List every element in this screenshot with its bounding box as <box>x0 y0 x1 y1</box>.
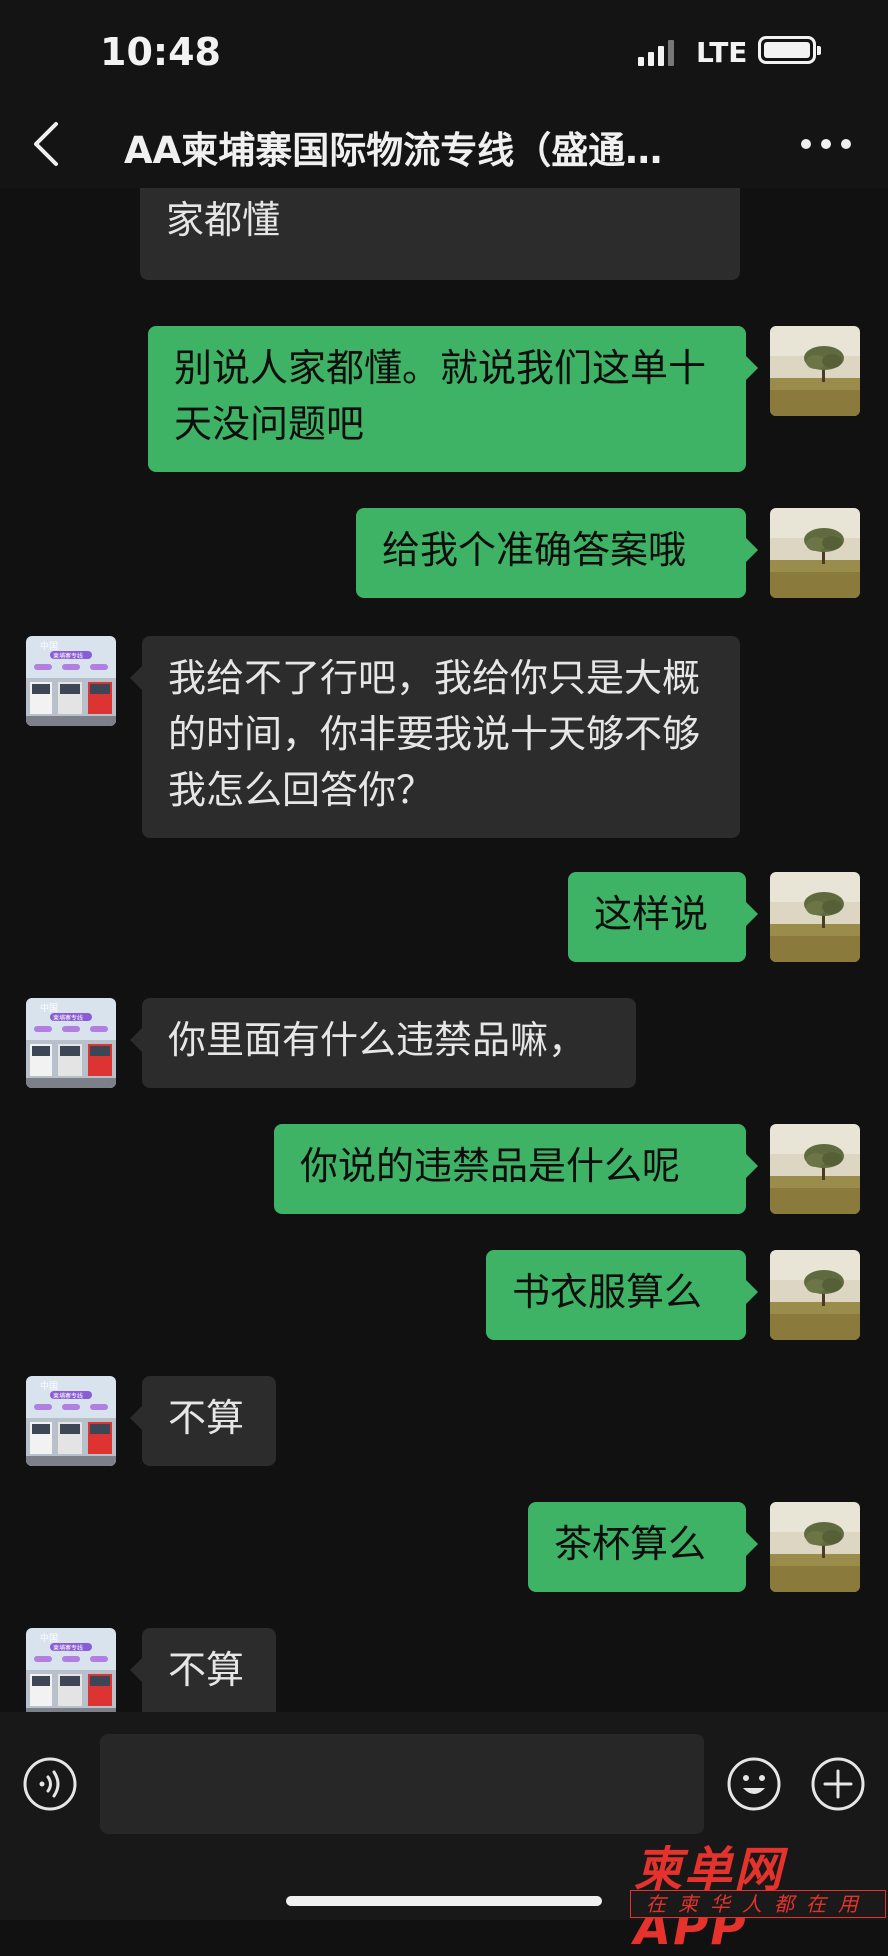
chat-header: AA柬埔寨国际物流专线（盛通… <box>0 100 888 188</box>
more-options-icon[interactable] <box>796 126 856 162</box>
outgoing-message[interactable]: 书衣服算么 <box>486 1250 758 1340</box>
message-text: 服装批发，每个月30万以上，人家都懂 <box>166 198 281 242</box>
message-text: 别说人家都懂。就说我们这单十天没问题吧 <box>174 346 707 446</box>
network-type: LTE <box>696 36 748 69</box>
avatar-route-text: 柬埔寨专线 <box>53 1644 83 1652</box>
home-indicator[interactable] <box>286 1896 602 1906</box>
message-text: 我给不了行吧，我给你只是大概的时间，你非要我说十天够不够我怎么回答你？ <box>168 656 701 812</box>
tree-landscape-image <box>770 1250 860 1340</box>
incoming-message[interactable]: 不算 <box>130 1376 276 1466</box>
watermark-logo: 柬单网APP 在柬华人都在用 <box>630 1830 888 1956</box>
user-avatar[interactable] <box>770 326 860 416</box>
user-avatar[interactable] <box>770 1502 860 1592</box>
avatar-brand-text: 中国 <box>40 1632 58 1644</box>
incoming-message[interactable]: 我给不了行吧，我给你只是大概的时间，你非要我说十天够不够我怎么回答你？ <box>130 636 740 838</box>
avatar-route-text: 柬埔寨专线 <box>53 1014 83 1022</box>
tree-landscape-image <box>770 508 860 598</box>
tree-landscape-image <box>770 1124 860 1214</box>
contact-avatar[interactable]: 中国 柬埔寨专线 <box>26 1376 116 1466</box>
status-bar: 10:48 LTE <box>0 0 888 100</box>
back-arrow-icon[interactable] <box>24 116 68 172</box>
avatar-brand-text: 中国 <box>40 1002 58 1014</box>
message-text: 不算 <box>168 1396 245 1440</box>
avatar-brand-text: 中国 <box>40 640 58 652</box>
message-text: 你说的违禁品是什么呢 <box>300 1144 681 1188</box>
message-text: 书衣服算么 <box>512 1270 703 1314</box>
avatar-route-text: 柬埔寨专线 <box>53 1392 83 1400</box>
message-text: 给我个准确答案哦 <box>382 528 687 572</box>
user-avatar[interactable] <box>770 872 860 962</box>
tree-landscape-image <box>770 326 860 416</box>
logistics-trucks-image: 中国 柬埔寨专线 <box>26 998 116 1088</box>
contact-avatar[interactable]: 中国 柬埔寨专线 <box>26 1628 116 1712</box>
battery-icon <box>758 36 821 64</box>
incoming-message[interactable]: 不算 <box>130 1628 276 1712</box>
user-avatar[interactable] <box>770 1124 860 1214</box>
message-list[interactable]: 服装批发，每个月30万以上，人家都懂 别说人家都懂。就说我们这单十天没问题吧 给… <box>0 188 888 1712</box>
avatar-brand-text: 中国 <box>40 1380 58 1392</box>
message-text: 茶杯算么 <box>554 1522 707 1566</box>
avatar-route-text: 柬埔寨专线 <box>53 652 83 660</box>
message-text: 这样说 <box>594 892 709 936</box>
chat-title: AA柬埔寨国际物流专线（盛通… <box>124 129 663 172</box>
outgoing-message[interactable]: 你说的违禁品是什么呢 <box>274 1124 758 1214</box>
logistics-trucks-image: 中国 柬埔寨专线 <box>26 1628 116 1712</box>
cellular-signal-icon <box>638 40 674 66</box>
user-avatar[interactable] <box>770 508 860 598</box>
incoming-message[interactable]: 服装批发，每个月30万以上，人家都懂 <box>140 188 740 280</box>
more-functions-plus-icon[interactable] <box>810 1756 866 1812</box>
message-input[interactable] <box>100 1734 704 1834</box>
tree-landscape-image <box>770 1502 860 1592</box>
outgoing-message[interactable]: 给我个准确答案哦 <box>356 508 758 598</box>
watermark-subtitle: 在柬华人都在用 <box>630 1890 886 1918</box>
tree-landscape-image <box>770 872 860 962</box>
outgoing-message[interactable]: 茶杯算么 <box>528 1502 758 1592</box>
incoming-message[interactable]: 你里面有什么违禁品嘛， <box>130 998 636 1088</box>
outgoing-message[interactable]: 这样说 <box>568 872 758 962</box>
message-text: 不算 <box>168 1648 245 1692</box>
status-time: 10:48 <box>100 30 221 74</box>
contact-avatar[interactable]: 中国 柬埔寨专线 <box>26 636 116 726</box>
outgoing-message[interactable]: 别说人家都懂。就说我们这单十天没问题吧 <box>148 326 758 472</box>
voice-input-icon[interactable] <box>22 1756 78 1812</box>
user-avatar[interactable] <box>770 1250 860 1340</box>
logistics-trucks-image: 中国 柬埔寨专线 <box>26 1376 116 1466</box>
logistics-trucks-image: 中国 柬埔寨专线 <box>26 636 116 726</box>
contact-avatar[interactable]: 中国 柬埔寨专线 <box>26 998 116 1088</box>
emoji-icon[interactable] <box>726 1756 782 1812</box>
message-text: 你里面有什么违禁品嘛， <box>168 1018 587 1062</box>
